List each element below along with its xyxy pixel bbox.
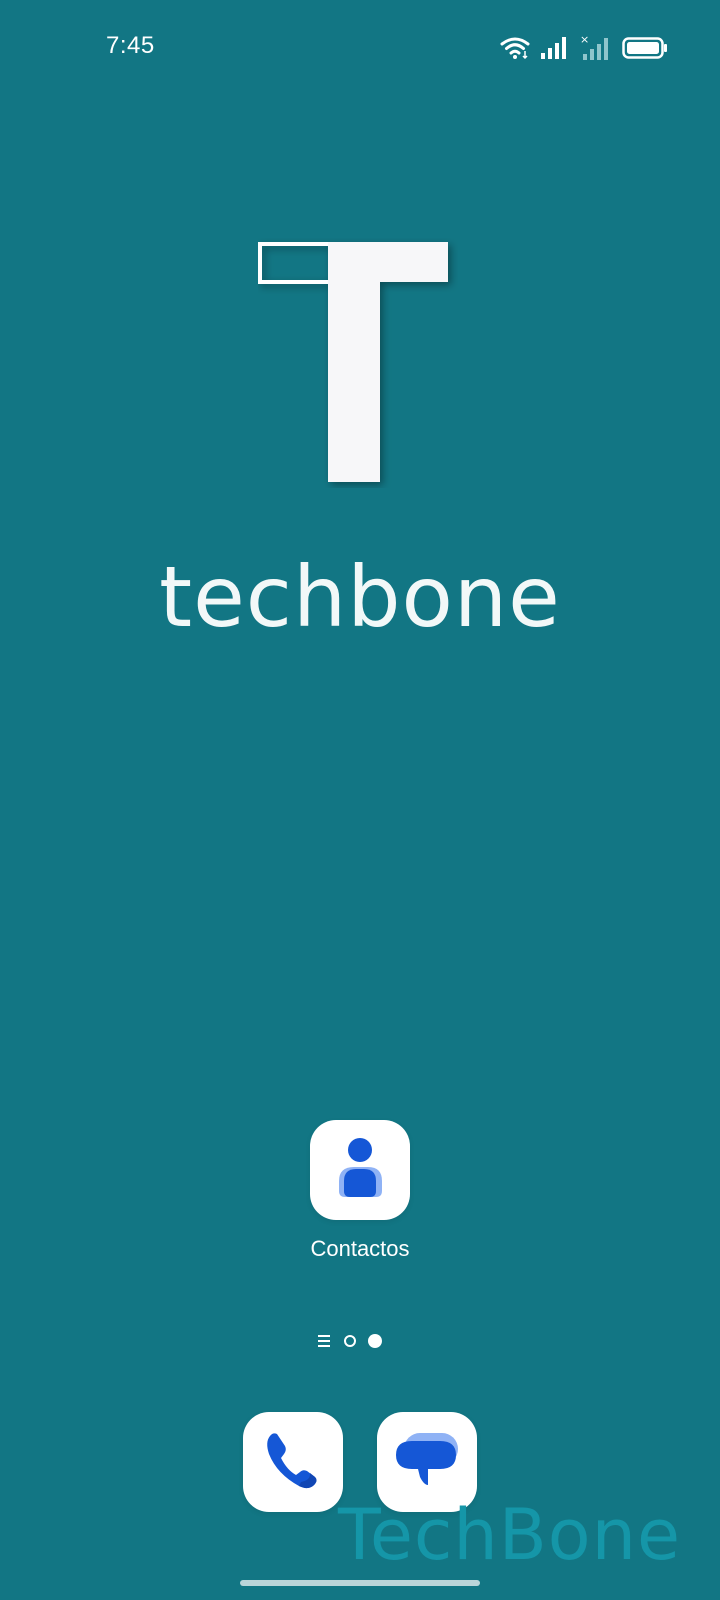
page-dot-1[interactable] xyxy=(344,1335,356,1347)
list-view-indicator-icon[interactable] xyxy=(318,1335,332,1347)
messages-icon xyxy=(394,1429,460,1496)
contacts-icon xyxy=(330,1133,390,1208)
contacts-app-label: Contactos xyxy=(310,1236,410,1261)
home-screen: 7:45 × techbone Contactos TechBone xyxy=(0,0,720,1600)
status-icons: × xyxy=(500,34,668,62)
watermark-text: TechBone xyxy=(338,1494,682,1576)
phone-icon xyxy=(263,1428,323,1497)
signal-icon xyxy=(540,36,570,60)
brand-text: techbone xyxy=(159,548,561,646)
battery-icon xyxy=(622,36,668,60)
phone-app-button[interactable] xyxy=(243,1412,343,1512)
svg-text:×: × xyxy=(580,35,589,46)
signal-no-service-icon: × xyxy=(580,35,612,61)
contacts-app-button[interactable] xyxy=(310,1120,410,1220)
page-indicator[interactable] xyxy=(318,1330,382,1352)
page-dot-2-active[interactable] xyxy=(368,1334,382,1348)
techbone-logo-mark xyxy=(258,238,458,488)
wifi-icon xyxy=(500,36,530,60)
home-gesture-bar[interactable] xyxy=(240,1580,480,1586)
status-time: 7:45 xyxy=(106,32,155,59)
